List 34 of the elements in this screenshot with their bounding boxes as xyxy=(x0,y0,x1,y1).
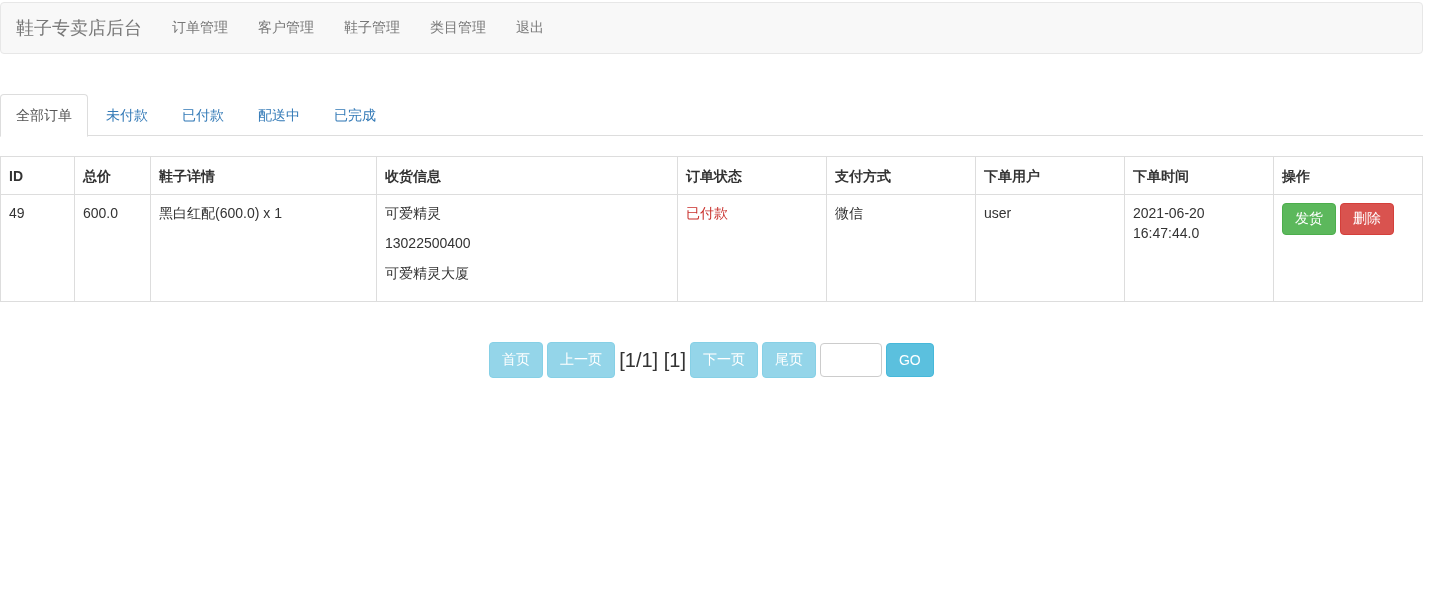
nav-link[interactable]: 类目管理 xyxy=(415,19,501,37)
tab[interactable]: 未付款 xyxy=(90,94,164,135)
tab[interactable]: 已付款 xyxy=(166,94,240,135)
column-header: 订单状态 xyxy=(677,156,827,195)
page-input[interactable] xyxy=(819,343,882,377)
nav-link[interactable]: 客户管理 xyxy=(243,19,329,37)
column-header: 下单时间 xyxy=(1124,156,1274,195)
column-header: 支付方式 xyxy=(826,156,976,195)
nav-link[interactable]: 订单管理 xyxy=(157,19,243,37)
table-cell: 微信 xyxy=(826,194,976,302)
table-cell: 49 xyxy=(0,194,75,302)
page-info: [1/1] [1] xyxy=(619,348,686,372)
tab[interactable]: 已完成 xyxy=(318,94,392,135)
receiver-line: 可爱精灵大厦 xyxy=(385,264,470,283)
column-header: 鞋子详情 xyxy=(150,156,377,195)
nav-link[interactable]: 退出 xyxy=(501,19,559,37)
column-header: 总价 xyxy=(74,156,151,195)
column-header: ID xyxy=(0,156,75,195)
table-cell: 2021-06-20 16:47:44.0 xyxy=(1124,194,1274,302)
tab[interactable]: 配送中 xyxy=(242,94,316,135)
nav-link[interactable]: 鞋子管理 xyxy=(329,19,415,37)
receiver-line: 可爱精灵 xyxy=(385,204,442,223)
order-status: 已付款 xyxy=(677,194,827,302)
brand-title[interactable]: 鞋子专卖店后台 xyxy=(16,16,142,40)
column-header: 收货信息 xyxy=(376,156,678,195)
table-cell: user xyxy=(975,194,1125,302)
receiver-line: 13022500400 xyxy=(385,234,472,253)
column-header: 操作 xyxy=(1273,156,1423,195)
table-cell: 600.0 xyxy=(74,194,151,302)
column-header: 下单用户 xyxy=(975,156,1125,195)
table-cell: 黑白红配(600.0) x 1 xyxy=(150,194,377,302)
delete-button[interactable]: 删除 xyxy=(1340,203,1394,235)
tab[interactable]: 全部订单 xyxy=(0,94,88,137)
ship-button[interactable]: 发货 xyxy=(1282,203,1336,235)
